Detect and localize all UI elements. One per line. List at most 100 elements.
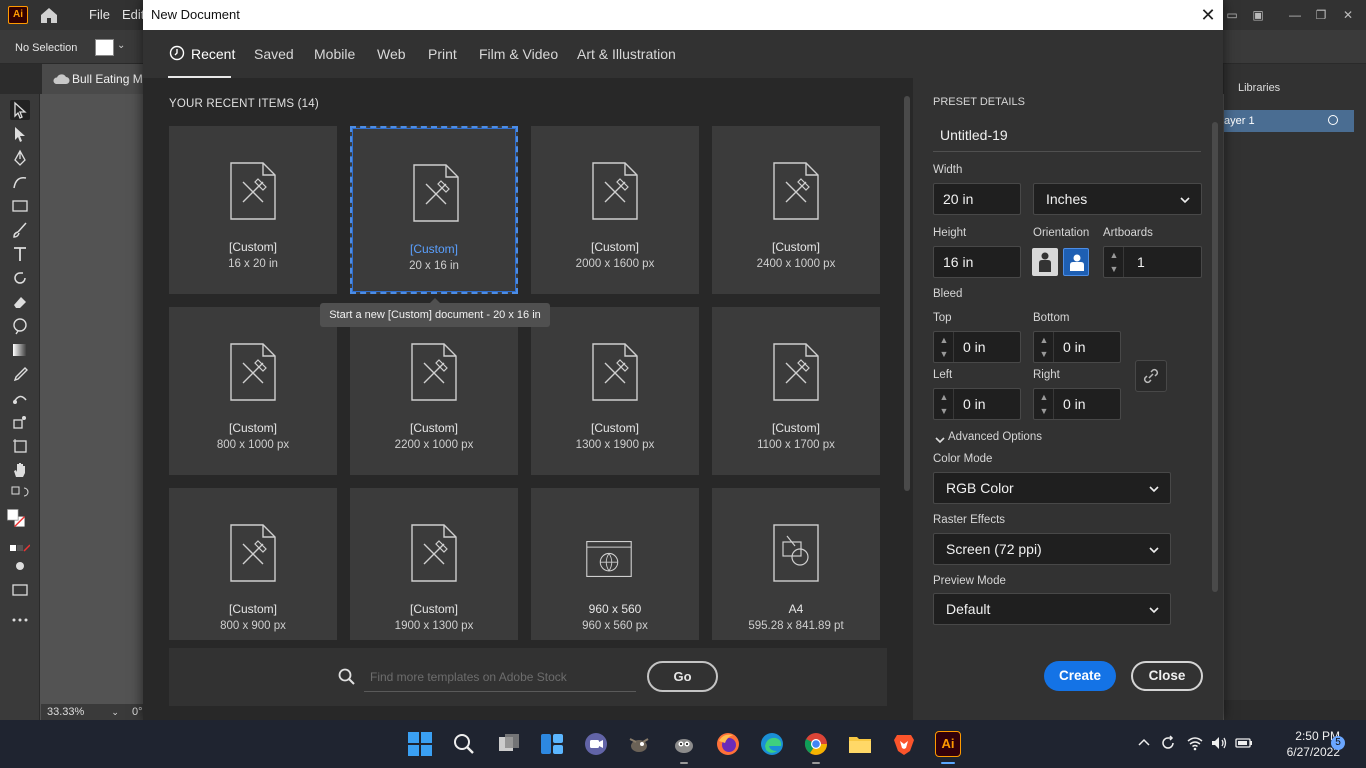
menu-file[interactable]: File bbox=[89, 7, 110, 22]
raster-effects-select[interactable]: Screen (72 ppi) bbox=[933, 533, 1171, 565]
paintbrush-tool-icon[interactable] bbox=[10, 220, 30, 240]
arrange-icon[interactable]: ▭ bbox=[1224, 8, 1240, 22]
go-button[interactable]: Go bbox=[647, 661, 718, 692]
brave-icon[interactable] bbox=[891, 731, 917, 757]
draw-mode-icon[interactable] bbox=[10, 556, 30, 576]
windows-start-icon[interactable] bbox=[407, 731, 433, 757]
recent-item-card[interactable]: [Custom] 1300 x 1900 px bbox=[531, 307, 699, 475]
recent-item-card[interactable]: A4 595.28 x 841.89 pt bbox=[712, 488, 880, 640]
zoom-level[interactable]: 33.33% bbox=[47, 706, 84, 718]
tab-saved[interactable]: Saved bbox=[254, 46, 294, 62]
notification-badge[interactable]: 5 bbox=[1331, 736, 1345, 750]
wifi-icon[interactable] bbox=[1186, 734, 1204, 752]
menu-edit[interactable]: Edit bbox=[122, 7, 144, 22]
rotate-tool-icon[interactable] bbox=[10, 268, 30, 288]
recent-item-card[interactable]: 960 x 560 960 x 560 px bbox=[531, 488, 699, 640]
teams-chat-icon[interactable] bbox=[583, 731, 609, 757]
bleed-top-stepper[interactable]: ▲ ▼ 0 in bbox=[933, 331, 1021, 363]
advanced-options-toggle[interactable]: Advanced Options bbox=[948, 431, 1042, 443]
document-name-field[interactable]: Untitled-19 bbox=[933, 120, 1201, 152]
file-explorer-icon[interactable] bbox=[847, 731, 873, 757]
illustrator-taskbar-icon[interactable]: Ai bbox=[935, 731, 961, 757]
rectangle-tool-icon[interactable] bbox=[10, 196, 30, 216]
tab-print[interactable]: Print bbox=[428, 46, 457, 62]
close-button[interactable]: Close bbox=[1131, 661, 1203, 691]
gimp-icon[interactable] bbox=[626, 731, 652, 757]
link-bleed-button[interactable] bbox=[1135, 360, 1167, 392]
libraries-tab[interactable]: Libraries bbox=[1230, 78, 1290, 100]
recent-item-card[interactable]: [Custom] 1100 x 1700 px bbox=[712, 307, 880, 475]
units-select[interactable]: Inches bbox=[1033, 183, 1202, 215]
recent-item-card[interactable]: [Custom] 16 x 20 in bbox=[169, 126, 337, 294]
artboards-stepper[interactable]: ▲ ▼ 1 bbox=[1103, 246, 1202, 278]
tab-mobile[interactable]: Mobile bbox=[314, 46, 355, 62]
decrement-icon[interactable]: ▼ bbox=[938, 405, 950, 417]
landscape-orientation-button[interactable] bbox=[1063, 248, 1089, 276]
scrollbar-thumb[interactable] bbox=[904, 96, 910, 491]
color-mode-select[interactable]: RGB Color bbox=[933, 472, 1171, 504]
target-icon[interactable] bbox=[1328, 115, 1338, 125]
gradient-tool-icon[interactable] bbox=[10, 340, 30, 360]
document-tab[interactable]: Bull Eating M bbox=[42, 64, 152, 94]
eraser-tool-icon[interactable] bbox=[10, 292, 30, 312]
blend-tool-icon[interactable] bbox=[10, 388, 30, 408]
recent-item-card[interactable]: [Custom] 2000 x 1600 px bbox=[531, 126, 699, 294]
chevron-down-icon[interactable] bbox=[934, 434, 946, 446]
preview-mode-select[interactable]: Default bbox=[933, 593, 1171, 625]
recent-item-card[interactable]: [Custom] 20 x 16 in bbox=[350, 126, 518, 294]
layer-row[interactable]: ayer 1 bbox=[1224, 110, 1354, 132]
decrement-icon[interactable]: ▼ bbox=[1038, 348, 1050, 360]
warp-tool-icon[interactable] bbox=[10, 316, 30, 336]
decrement-icon[interactable]: ▼ bbox=[1108, 263, 1120, 275]
window-close-icon[interactable]: ✕ bbox=[1340, 8, 1356, 22]
screen-mode-icon[interactable] bbox=[10, 580, 30, 600]
firefox-icon[interactable] bbox=[715, 731, 741, 757]
increment-icon[interactable]: ▲ bbox=[1038, 391, 1050, 403]
pen-tool-icon[interactable] bbox=[10, 148, 30, 168]
scrollbar-thumb[interactable] bbox=[1212, 122, 1218, 592]
edge-icon[interactable] bbox=[759, 731, 785, 757]
gimp-2-icon[interactable] bbox=[671, 731, 697, 757]
increment-icon[interactable]: ▲ bbox=[1108, 249, 1120, 261]
symbol-sprayer-tool-icon[interactable] bbox=[10, 412, 30, 432]
stock-search-input[interactable] bbox=[364, 662, 636, 692]
recent-item-card[interactable]: [Custom] 800 x 1000 px bbox=[169, 307, 337, 475]
search-icon[interactable] bbox=[451, 731, 477, 757]
height-field[interactable]: 16 in bbox=[933, 246, 1021, 278]
fill-swatch[interactable] bbox=[95, 39, 114, 56]
more-tools-icon[interactable] bbox=[10, 610, 30, 630]
swap-colors-icon[interactable] bbox=[10, 484, 30, 504]
increment-icon[interactable]: ▲ bbox=[938, 391, 950, 403]
bleed-left-stepper[interactable]: ▲ ▼ 0 in bbox=[933, 388, 1021, 420]
tab-web[interactable]: Web bbox=[377, 46, 406, 62]
decrement-icon[interactable]: ▼ bbox=[1038, 405, 1050, 417]
selection-tool-icon[interactable] bbox=[10, 100, 30, 120]
bleed-right-stepper[interactable]: ▲ ▼ 0 in bbox=[1033, 388, 1121, 420]
widgets-icon[interactable] bbox=[539, 731, 565, 757]
close-icon[interactable]: ✕ bbox=[1198, 5, 1218, 25]
type-tool-icon[interactable] bbox=[10, 244, 30, 264]
chevron-down-icon[interactable]: ⌄ bbox=[117, 40, 131, 54]
increment-icon[interactable]: ▲ bbox=[1038, 334, 1050, 346]
taskbar-clock[interactable]: 2:50 PM 6/27/2022 bbox=[1262, 728, 1340, 760]
portrait-orientation-button[interactable] bbox=[1032, 248, 1058, 276]
tab-film-video[interactable]: Film & Video bbox=[479, 46, 558, 62]
hand-tool-icon[interactable] bbox=[10, 460, 30, 480]
eyedropper-tool-icon[interactable] bbox=[10, 364, 30, 384]
artboard-tool-icon[interactable] bbox=[10, 436, 30, 456]
increment-icon[interactable]: ▲ bbox=[938, 334, 950, 346]
rotation-value[interactable]: 0° bbox=[132, 706, 143, 718]
direct-selection-tool-icon[interactable] bbox=[10, 124, 30, 144]
battery-icon[interactable] bbox=[1235, 734, 1253, 752]
workspace-icon[interactable]: ▣ bbox=[1250, 8, 1266, 22]
chrome-icon[interactable] bbox=[803, 731, 829, 757]
tab-recent[interactable]: Recent bbox=[191, 46, 235, 62]
details-scrollbar[interactable] bbox=[1209, 110, 1221, 640]
chevron-down-icon[interactable]: ⌄ bbox=[111, 707, 119, 717]
width-field[interactable]: 20 in bbox=[933, 183, 1021, 215]
curvature-tool-icon[interactable] bbox=[10, 172, 30, 192]
recent-item-card[interactable]: [Custom] 2200 x 1000 px bbox=[350, 307, 518, 475]
task-view-icon[interactable] bbox=[496, 731, 522, 757]
minimize-icon[interactable]: — bbox=[1287, 8, 1303, 22]
restore-icon[interactable]: ❐ bbox=[1313, 8, 1329, 22]
